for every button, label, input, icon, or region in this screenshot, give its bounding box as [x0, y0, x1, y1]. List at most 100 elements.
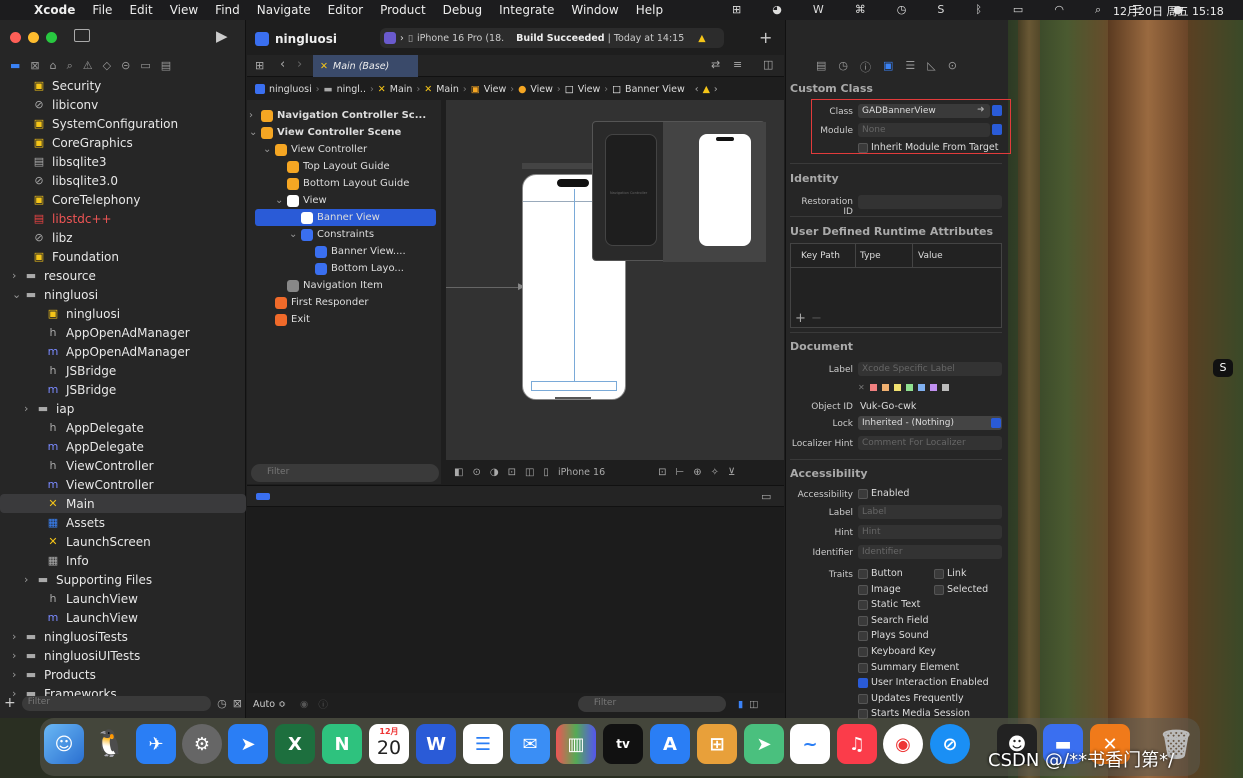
layout-icon[interactable]: ◫	[525, 467, 534, 478]
auto-variables-select[interactable]: Auto ≎	[253, 699, 286, 710]
test-icon[interactable]: ◇	[103, 59, 111, 73]
size-inspector-icon[interactable]: ◺	[927, 59, 935, 75]
acc-identifier-field[interactable]: Identifier	[858, 545, 1002, 559]
menu-clock[interactable]: 12月20日 周五 15:18	[1113, 3, 1224, 19]
trait-selected-checkbox[interactable]	[934, 585, 944, 595]
connections-inspector-icon[interactable]: ⊙	[948, 59, 957, 75]
debug-console[interactable]	[247, 507, 784, 693]
menu-debug[interactable]: Debug	[443, 3, 482, 17]
app-status-icon[interactable]: S	[937, 3, 944, 17]
console-filter-input[interactable]: Filter	[577, 696, 726, 712]
outline-row[interactable]: › Navigation Controller Sc...	[247, 107, 441, 124]
navigator-item[interactable]: ▣ Foundation	[0, 247, 246, 266]
outline-row[interactable]: ⌄ View	[247, 192, 441, 209]
bookmark-icon[interactable]: ⌂	[50, 59, 57, 73]
navigator-item[interactable]: ▤ libstdc++	[0, 209, 246, 228]
add-attribute-icon[interactable]: +	[795, 311, 806, 326]
calendar-icon[interactable]: 12月 20	[369, 724, 409, 764]
add-file-icon[interactable]: +	[4, 695, 16, 711]
menu-app-name[interactable]: Xcode	[34, 3, 75, 17]
chevron-right-icon[interactable]: ›	[12, 668, 16, 681]
trait-checkbox[interactable]	[858, 662, 868, 673]
jump-item[interactable]: ningluosi	[269, 84, 312, 95]
word-icon[interactable]: W	[416, 724, 456, 764]
outline-row[interactable]: ⌄ View Controller Scene	[247, 124, 441, 141]
swatch-orange[interactable]	[881, 384, 889, 391]
freeform-icon[interactable]: ~	[790, 724, 830, 764]
outline-row[interactable]: ⌄ View Controller	[247, 141, 441, 158]
books-stack-icon[interactable]: ▥	[556, 724, 596, 764]
banner-view-frame[interactable]	[531, 381, 617, 391]
split-editor-icon[interactable]: ◫	[763, 58, 773, 71]
zoom-window-button[interactable]	[46, 32, 57, 43]
navigator-item[interactable]: ▣ CoreTelephony	[0, 190, 246, 209]
outline-row[interactable]: Exit	[247, 311, 441, 328]
breakpoint-icon[interactable]: ▭	[140, 59, 150, 73]
menu-navigate[interactable]: Navigate	[257, 3, 311, 17]
floating-app-icon[interactable]: S	[1213, 359, 1233, 377]
resolve-icon[interactable]: ✧	[711, 467, 719, 478]
app-store-icon[interactable]: A	[650, 724, 690, 764]
outline-row[interactable]: Navigation Item	[247, 277, 441, 294]
navigator-item[interactable]: ⌄ ▬ ningluosi	[0, 285, 246, 304]
align-icon[interactable]: ⊢	[676, 467, 685, 478]
navigator-item[interactable]: › ▬ Supporting Files	[0, 570, 246, 589]
menu-integrate[interactable]: Integrate	[499, 3, 554, 17]
debug-nav-icon[interactable]: ⊝	[121, 59, 130, 73]
run-destination[interactable]: iPhone 16 Pro (18.	[417, 33, 504, 44]
swatch-red[interactable]	[869, 384, 877, 391]
finder-icon[interactable]: ☺	[44, 724, 84, 764]
jump-item[interactable]: View	[578, 84, 601, 95]
minimize-window-button[interactable]	[28, 32, 39, 43]
qq-icon[interactable]: 🐧	[90, 724, 130, 764]
swatch-purple[interactable]	[929, 384, 937, 391]
scm-filter-icon[interactable]: ⊠	[233, 697, 242, 710]
chrome-icon[interactable]: ◉	[883, 724, 923, 764]
outline-row[interactable]: Banner View....	[247, 243, 441, 260]
jump-item[interactable]: ningl..	[337, 84, 366, 95]
navigator-item[interactable]: ✕ LaunchScreen	[0, 532, 246, 551]
menu-find[interactable]: Find	[215, 3, 240, 17]
recent-filter-icon[interactable]: ◷	[217, 697, 227, 710]
navigator-item[interactable]: m JSBridge	[0, 380, 246, 399]
navigator-item[interactable]: h LaunchView	[0, 589, 246, 608]
swatch-green[interactable]	[905, 384, 913, 391]
lock-select[interactable]: Inherited - (Nothing)	[858, 416, 1002, 430]
debug-area-toggle-icon[interactable]: ▭	[761, 490, 771, 503]
debug-toggle-icon[interactable]	[256, 493, 270, 500]
safari-icon[interactable]: ⊘	[930, 724, 970, 764]
navigator-item[interactable]: m AppOpenAdManager	[0, 342, 246, 361]
outline-toggle-icon[interactable]: ◧	[454, 467, 463, 478]
contrast-icon[interactable]: ◑	[490, 467, 499, 478]
navigator-item[interactable]: h ViewController	[0, 456, 246, 475]
lark-icon[interactable]: ➤	[228, 724, 268, 764]
menu-editor[interactable]: Editor	[328, 3, 364, 17]
swap-icon[interactable]: ⇄	[711, 58, 720, 71]
storyboard-canvas[interactable]: ▶ Navigation Controller	[446, 100, 784, 460]
next-issue-icon[interactable]: ›	[714, 84, 718, 95]
menu-product[interactable]: Product	[380, 3, 426, 17]
trait-checkbox[interactable]	[858, 569, 868, 579]
navigator-item[interactable]: › ▬ Products	[0, 665, 246, 684]
segue-arrow[interactable]	[446, 287, 521, 288]
navigator-item[interactable]: m LaunchView	[0, 608, 246, 627]
acc-label-field[interactable]: Label	[858, 505, 1002, 519]
jump-item[interactable]: Banner View	[625, 84, 685, 95]
plus-square-icon[interactable]: ⊞	[732, 3, 741, 17]
acc-hint-field[interactable]: Hint	[858, 525, 1002, 539]
appearance-icon[interactable]: ⊙	[472, 467, 480, 478]
outline-row[interactable]: First Responder	[247, 294, 441, 311]
navigator-item[interactable]: › ▬ iap	[0, 399, 246, 418]
swatch-gray[interactable]	[941, 384, 949, 391]
navigator-item[interactable]: ⊘ libz	[0, 228, 246, 247]
apple-tv-icon[interactable]: tv	[603, 724, 643, 764]
navigator-item[interactable]: › ▬ ningluosiTests	[0, 627, 246, 646]
outline-filter-input[interactable]: Filter	[251, 464, 439, 482]
jump-item[interactable]: View	[530, 84, 553, 95]
search-icon[interactable]: ⌕	[1095, 3, 1101, 17]
attributes-inspector-icon[interactable]: ☰	[905, 59, 915, 75]
jump-item[interactable]: View	[484, 84, 507, 95]
localizer-hint-field[interactable]: Comment For Localizer	[858, 436, 1002, 450]
module-field[interactable]: None	[858, 123, 990, 137]
class-go-icon[interactable]: ➜	[977, 105, 985, 115]
